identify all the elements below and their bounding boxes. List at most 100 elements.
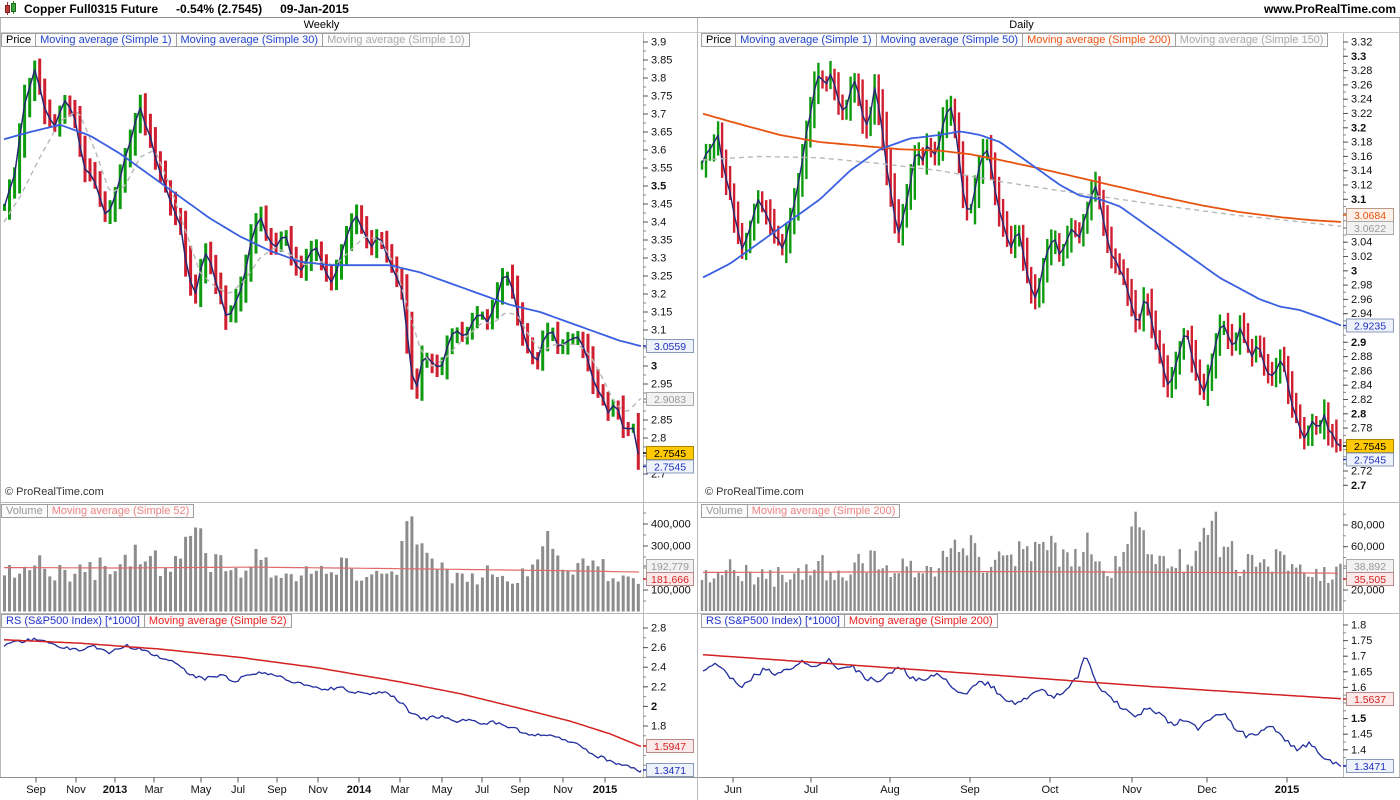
candlestick-icon — [4, 1, 18, 16]
legend-item[interactable]: Moving average (Simple 1) — [735, 33, 877, 47]
svg-text:1.5: 1.5 — [1351, 713, 1366, 725]
svg-text:3.4: 3.4 — [651, 217, 666, 229]
svg-text:May: May — [191, 784, 212, 796]
svg-text:1.45: 1.45 — [1351, 729, 1372, 741]
daily-rs-rs-line — [702, 657, 1342, 767]
svg-text:3.32: 3.32 — [1351, 37, 1372, 49]
svg-text:3.1: 3.1 — [651, 325, 666, 337]
svg-text:2.2: 2.2 — [651, 681, 666, 693]
legend-item[interactable]: Moving average (Simple 200) — [1022, 33, 1176, 47]
svg-text:3.12: 3.12 — [1351, 180, 1372, 192]
svg-text:1.65: 1.65 — [1351, 666, 1372, 678]
svg-text:3: 3 — [651, 361, 657, 373]
svg-text:2.9: 2.9 — [1351, 337, 1366, 349]
svg-text:2015: 2015 — [593, 784, 617, 796]
svg-text:3.7: 3.7 — [651, 109, 666, 121]
svg-text:300,000: 300,000 — [651, 541, 691, 553]
daily-rs-ma-line — [702, 653, 1342, 700]
weekly-rs-rs-line — [3, 637, 642, 773]
svg-text:3.3: 3.3 — [651, 253, 666, 265]
svg-text:3.1: 3.1 — [1351, 194, 1366, 206]
svg-text:3.5: 3.5 — [651, 181, 666, 193]
svg-text:38,892: 38,892 — [1354, 561, 1386, 573]
daily-volume-legend: Volume Moving average (Simple 200) — [701, 504, 1343, 519]
svg-text:3.9: 3.9 — [651, 37, 666, 49]
legend-item[interactable]: Moving average (Simple 200) — [746, 504, 901, 518]
svg-text:Dec: Dec — [1197, 784, 1217, 796]
legend-item[interactable]: Volume — [701, 504, 748, 518]
watermark-weekly: © ProRealTime.com — [3, 486, 106, 498]
legend-item[interactable]: Moving average (Simple 10) — [322, 33, 470, 47]
svg-text:2.9235: 2.9235 — [1354, 320, 1386, 332]
legend-item[interactable]: Price — [701, 33, 737, 47]
svg-text:1.75: 1.75 — [1351, 635, 1372, 647]
svg-text:Jul: Jul — [231, 784, 245, 796]
svg-text:181,666: 181,666 — [651, 574, 689, 586]
svg-text:2.8: 2.8 — [1351, 408, 1366, 420]
svg-text:2.84: 2.84 — [1351, 380, 1372, 392]
svg-text:Nov: Nov — [553, 784, 573, 796]
svg-text:3.18: 3.18 — [1351, 137, 1372, 149]
svg-text:3.8: 3.8 — [651, 73, 666, 85]
weekly-price-y-axis: 3.9 3.85 3.8 3.75 3.7 3.65 3.6 3.55 3.5 3.45 3.4 3.… — [643, 37, 694, 481]
legend-item[interactable]: Moving average (Simple 200) — [843, 614, 998, 628]
watermark-daily: © ProRealTime.com — [703, 486, 806, 498]
svg-text:3.65: 3.65 — [651, 127, 672, 139]
svg-text:1.8: 1.8 — [651, 721, 666, 733]
weekly-price-legend: Price Moving average (Simple 1) Moving ave… — [1, 33, 643, 48]
svg-text:3.16: 3.16 — [1351, 151, 1372, 163]
svg-text:3.22: 3.22 — [1351, 108, 1372, 120]
legend-item[interactable]: Volume — [1, 504, 48, 518]
weekly-volume-bars — [3, 516, 640, 612]
svg-text:2015: 2015 — [1275, 784, 1299, 796]
legend-item[interactable]: RS (S&P500 Index) [*1000] — [701, 614, 845, 628]
svg-text:2.78: 2.78 — [1351, 423, 1372, 435]
svg-text:2.7545: 2.7545 — [1354, 454, 1386, 466]
weekly-rs-ma-line — [3, 639, 641, 747]
svg-text:2.8: 2.8 — [651, 433, 666, 445]
svg-text:Sep: Sep — [26, 784, 46, 796]
svg-text:1.8: 1.8 — [1351, 620, 1366, 632]
daily-rs-y-axis: 1.81.751.71.651.61.51.451.41.56371.3471 — [1343, 620, 1394, 773]
svg-text:1.3471: 1.3471 — [1354, 761, 1386, 773]
legend-item[interactable]: Moving average (Simple 150) — [1174, 33, 1329, 47]
weekly-rs-legend: RS (S&P500 Index) [*1000] Moving average … — [1, 614, 643, 629]
svg-text:80,000: 80,000 — [1351, 520, 1385, 532]
svg-text:1.5637: 1.5637 — [1354, 694, 1386, 706]
daily-price-legend: Price Moving average (Simple 1) Moving ave… — [701, 33, 1343, 48]
title-bar: Copper Full0315 Future -0.54% (2.7545) 0… — [0, 0, 1400, 18]
legend-item[interactable]: Moving average (Simple 1) — [35, 33, 177, 47]
svg-text:3.14: 3.14 — [1351, 165, 1372, 177]
svg-text:2014: 2014 — [347, 784, 372, 796]
legend-item[interactable]: RS (S&P500 Index) [*1000] — [1, 614, 145, 628]
svg-text:60,000: 60,000 — [1351, 541, 1385, 553]
svg-text:3.2: 3.2 — [651, 289, 666, 301]
instrument-title: Copper Full0315 Future — [24, 1, 159, 16]
svg-text:3.04: 3.04 — [1351, 237, 1372, 249]
weekly-price-x-axis: Sep Nov 2013 Mar May Jul Sep Nov 2014 Mar May Jul Se… — [26, 777, 617, 796]
svg-text:3.55: 3.55 — [651, 163, 672, 175]
legend-item[interactable]: Moving average (Simple 52) — [46, 504, 195, 518]
svg-text:35,505: 35,505 — [1354, 574, 1386, 586]
svg-text:Jul: Jul — [475, 784, 489, 796]
site-link[interactable]: www.ProRealTime.com — [1264, 2, 1396, 16]
daily-price-close-line — [701, 73, 1341, 447]
legend-item[interactable]: Moving average (Simple 50) — [875, 33, 1024, 47]
svg-text:3.0622: 3.0622 — [1354, 223, 1386, 235]
legend-item[interactable]: Moving average (Simple 30) — [175, 33, 324, 47]
quote-date: 09-Jan-2015 — [280, 1, 349, 16]
daily-volume-bars — [700, 511, 1342, 611]
svg-text:Sep: Sep — [510, 784, 530, 796]
legend-item[interactable]: Price — [1, 33, 37, 47]
svg-text:100,000: 100,000 — [651, 585, 691, 597]
svg-text:2.4: 2.4 — [651, 662, 666, 674]
svg-text:2.85: 2.85 — [651, 415, 672, 427]
legend-item[interactable]: Moving average (Simple 52) — [143, 614, 292, 628]
svg-text:2.7545: 2.7545 — [654, 448, 686, 460]
svg-text:2.82: 2.82 — [1351, 394, 1372, 406]
svg-text:2.7: 2.7 — [1351, 480, 1366, 492]
svg-text:2.9083: 2.9083 — [654, 394, 686, 406]
svg-text:192,779: 192,779 — [651, 561, 689, 573]
charts-canvas[interactable]: Sep Nov 2013 Mar May Jul Sep Nov 2014 Mar May Jul Se… — [0, 0, 1400, 800]
svg-text:2.95: 2.95 — [651, 379, 672, 391]
